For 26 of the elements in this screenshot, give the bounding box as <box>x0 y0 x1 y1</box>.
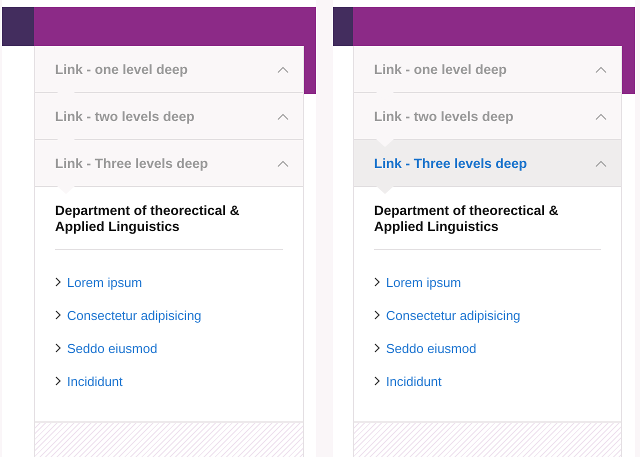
chevron-up-icon <box>595 112 607 120</box>
header-block <box>333 7 353 46</box>
link[interactable]: Lorem ipsum <box>67 274 142 290</box>
chevron-up-icon <box>595 160 607 166</box>
chevron-right-icon <box>374 376 380 386</box>
link[interactable]: Consectetur adipisicing <box>386 308 520 322</box>
chevron-up-icon <box>277 66 289 72</box>
department-heading: Department of theorectical & Applied Linguistics <box>374 203 601 250</box>
header-block <box>2 7 34 46</box>
chevron-up-icon <box>277 112 289 120</box>
chevron-up-icon <box>277 160 289 166</box>
department-heading: Department of theorectical & Applied Linguistics <box>55 203 283 250</box>
chevron-right-icon <box>374 310 380 320</box>
link[interactable]: Seddo eiusmod <box>386 340 476 356</box>
link[interactable]: Incididunt <box>67 374 123 388</box>
chevron-right-icon <box>55 343 61 353</box>
chevron-right-icon <box>55 376 61 386</box>
chevron-up-icon <box>595 66 607 72</box>
chevron-right-icon <box>374 277 380 287</box>
chevron-right-icon <box>55 310 61 320</box>
chevron-right-icon <box>55 277 61 287</box>
link[interactable]: Seddo eiusmod <box>67 340 158 356</box>
link[interactable]: Consectetur adipisicing <box>67 308 202 322</box>
chevron-right-icon <box>374 343 380 353</box>
link[interactable]: Lorem ipsum <box>386 274 462 290</box>
link[interactable]: Incididunt <box>386 374 442 388</box>
